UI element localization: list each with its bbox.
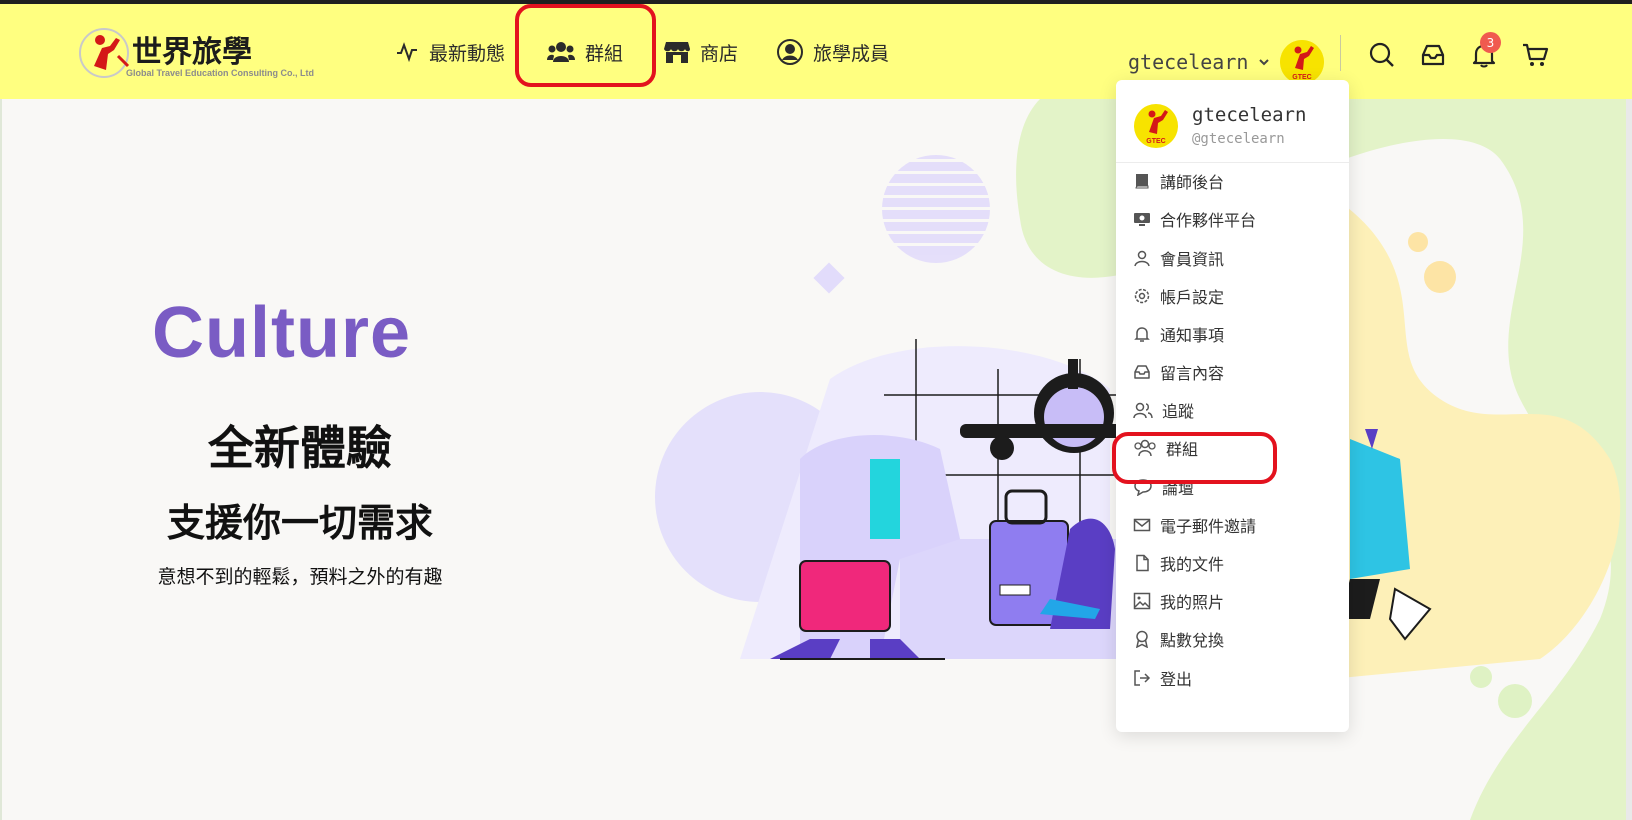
- mail-icon: [1133, 518, 1151, 532]
- logo-subtext: Global Travel Education Consulting Co., …: [126, 68, 314, 78]
- nav-latest-activity[interactable]: 最新動態: [395, 36, 505, 68]
- menu-item-label: 登出: [1160, 670, 1193, 689]
- menu-item-groups[interactable]: 群組: [1133, 435, 1333, 461]
- nav-store[interactable]: 商店: [664, 36, 738, 68]
- dropdown-username: gtecelearn: [1192, 104, 1307, 126]
- menu-item-label: 帳戶設定: [1160, 288, 1225, 307]
- menu-item-account-settings[interactable]: 帳戶設定: [1133, 283, 1333, 309]
- nav-label: 群組: [585, 42, 624, 65]
- award-icon: [1136, 630, 1148, 648]
- user-circle-icon: [777, 39, 803, 65]
- user-icon: [1134, 250, 1150, 267]
- image-icon: [1133, 592, 1151, 610]
- site-header: 世界旅學 Global Travel Education Consulting …: [0, 4, 1632, 99]
- page-scrollbar[interactable]: [1626, 99, 1632, 820]
- bell-icon: [1134, 327, 1150, 342]
- nav-groups[interactable]: 群組: [547, 36, 623, 68]
- menu-item-my-documents[interactable]: 我的文件: [1133, 550, 1333, 576]
- avatar[interactable]: GTEC: [1280, 40, 1325, 84]
- header-divider: [1340, 35, 1341, 71]
- hero-title: Culture: [152, 293, 411, 373]
- menu-item-instructor-backend[interactable]: 講師後台: [1133, 168, 1333, 194]
- menu-item-email-invite[interactable]: 電子郵件邀請: [1133, 512, 1333, 538]
- avatar: GTEC: [1134, 104, 1178, 148]
- user-dropdown-menu: GTEC gtecelearn @gtecelearn 講師後台 合作夥伴平台 …: [1116, 80, 1349, 732]
- nav-label: 商店: [700, 42, 739, 65]
- gear-icon: [1134, 288, 1150, 304]
- menu-item-label: 追蹤: [1162, 402, 1195, 421]
- book-icon: [1135, 174, 1149, 189]
- menu-item-partner-platform[interactable]: 合作夥伴平台: [1133, 206, 1333, 232]
- chat-icon: [1134, 479, 1152, 496]
- users-icon: [1133, 402, 1153, 419]
- search-icon[interactable]: [1368, 41, 1396, 69]
- menu-item-notifications[interactable]: 通知事項: [1133, 321, 1333, 347]
- menu-item-label: 論壇: [1162, 479, 1195, 498]
- group-icon: [547, 42, 575, 62]
- cart-icon[interactable]: [1521, 41, 1549, 69]
- menu-item-points-redeem[interactable]: 點數兌換: [1133, 626, 1333, 652]
- menu-item-forum[interactable]: 論壇: [1133, 474, 1333, 500]
- hero-subtitle-primary: 全新體驗: [208, 421, 392, 475]
- menu-item-label: 講師後台: [1160, 173, 1225, 192]
- file-icon: [1136, 554, 1149, 572]
- avatar-text: GTEC: [1146, 138, 1165, 145]
- activity-icon: [397, 42, 417, 63]
- site-logo[interactable]: 世界旅學 Global Travel Education Consulting …: [76, 26, 358, 82]
- logout-icon: [1134, 670, 1151, 686]
- menu-item-my-photos[interactable]: 我的照片: [1133, 588, 1333, 614]
- menu-item-following[interactable]: 追蹤: [1133, 397, 1333, 423]
- page-left-edge: [0, 99, 2, 820]
- menu-item-label: 通知事項: [1160, 326, 1225, 345]
- store-icon: [664, 42, 690, 63]
- menu-item-label: 會員資訊: [1160, 250, 1225, 269]
- partner-icon: [1134, 213, 1150, 226]
- logo-text: 世界旅學: [132, 35, 252, 70]
- chevron-down-icon: [1259, 59, 1270, 66]
- inbox-icon[interactable]: [1419, 41, 1447, 69]
- inbox-icon: [1134, 365, 1150, 379]
- menu-item-logout[interactable]: 登出: [1133, 665, 1333, 691]
- menu-item-label: 我的文件: [1160, 555, 1225, 574]
- menu-item-label: 留言內容: [1160, 364, 1225, 383]
- hero-subtitle-secondary: 支援你一切需求: [166, 501, 433, 545]
- group-icon: [1134, 439, 1156, 457]
- menu-item-label: 電子郵件邀請: [1160, 517, 1257, 536]
- dropdown-profile-header[interactable]: GTEC gtecelearn @gtecelearn: [1116, 80, 1349, 163]
- menu-item-label: 我的照片: [1160, 593, 1225, 612]
- menu-item-messages[interactable]: 留言內容: [1133, 359, 1333, 385]
- nav-label: 旅學成員: [813, 42, 890, 65]
- menu-item-label: 合作夥伴平台: [1160, 211, 1257, 230]
- nav-label: 最新動態: [429, 42, 506, 65]
- username-label: gtecelearn: [1128, 50, 1249, 74]
- notification-badge: 3: [1480, 32, 1501, 53]
- dropdown-handle: @gtecelearn: [1192, 131, 1285, 147]
- hero-tagline: 意想不到的輕鬆，預料之外的有趣: [157, 566, 443, 588]
- user-menu-toggle[interactable]: gtecelearn GTEC: [1128, 40, 1325, 84]
- menu-item-label: 群組: [1166, 440, 1199, 459]
- menu-item-label: 點數兌換: [1160, 631, 1225, 650]
- menu-item-member-info[interactable]: 會員資訊: [1133, 245, 1333, 271]
- nav-members[interactable]: 旅學成員: [777, 36, 889, 68]
